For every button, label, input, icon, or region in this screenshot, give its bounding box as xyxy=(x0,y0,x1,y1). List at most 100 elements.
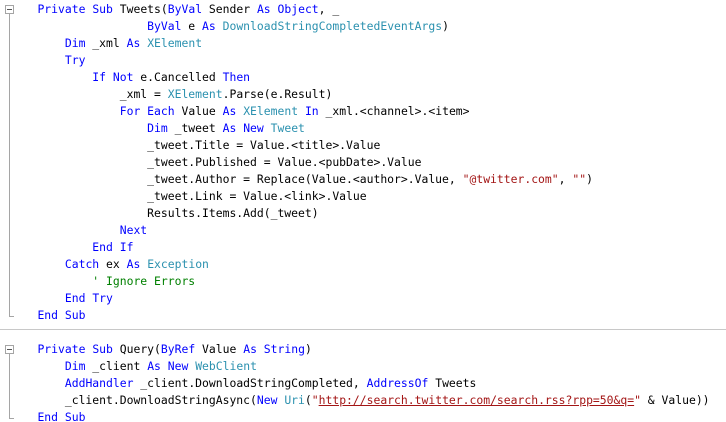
keyword-token: If xyxy=(92,70,107,84)
code-token: Sender xyxy=(202,2,257,16)
keyword-token: New xyxy=(256,393,278,407)
code-line: End Sub xyxy=(10,409,726,422)
code-token: , _ xyxy=(318,2,340,16)
keyword-token: As xyxy=(126,36,141,50)
code-line: _client.DownloadStringAsync(New Uri("htt… xyxy=(10,392,726,409)
code-token: _tweet.Published = Value.<pubDate>.Value xyxy=(10,155,422,169)
url-link[interactable]: http://search.twitter.com/search.rss?rpp… xyxy=(319,393,634,407)
code-editor[interactable]: Private Sub Tweets(ByVal Sender As Objec… xyxy=(0,0,726,422)
string-token: "@twitter.com" xyxy=(462,172,559,186)
code-token: e xyxy=(181,19,203,33)
code-line: _tweet.Title = Value.<title>.Value xyxy=(10,137,726,154)
code-token: _tweet.Link = Value.<link>.Value xyxy=(10,189,367,203)
code-line: _tweet.Author = Replace(Value.<author>.V… xyxy=(10,171,726,188)
code-token: Value xyxy=(174,104,223,118)
code-line: _tweet.Link = Value.<link>.Value xyxy=(10,188,726,205)
code-line: AddHandler _client.DownloadStringComplet… xyxy=(10,375,726,392)
code-token: Results.Items.Add(_tweet) xyxy=(10,206,319,220)
keyword-token: End xyxy=(37,308,59,322)
keyword-token: Not xyxy=(112,70,134,84)
code-line: End Sub xyxy=(10,307,726,324)
code-token: e.Cancelled xyxy=(133,70,223,84)
string-token: " xyxy=(311,393,319,407)
code-line: Dim _tweet As New Tweet xyxy=(10,120,726,137)
keyword-token: ByVal xyxy=(167,2,203,16)
type-token: WebClient xyxy=(195,359,257,373)
code-token: Query( xyxy=(112,342,161,356)
comment-token: ' Ignore Errors xyxy=(92,274,196,288)
code-token: ) xyxy=(304,342,312,356)
keyword-token: Sub xyxy=(64,308,86,322)
code-token: _xml = xyxy=(10,87,168,101)
keyword-token: Object xyxy=(277,2,319,16)
code-token: _client.DownloadStringCompleted, xyxy=(133,376,367,390)
keyword-token: End xyxy=(64,291,86,305)
code-line: End If xyxy=(10,239,726,256)
code-line: ByVal e As DownloadStringCompletedEventA… xyxy=(10,18,726,35)
code-line: Private Sub Query(ByRef Value As String) xyxy=(10,341,726,358)
code-token: _tweet.Title = Value.<title>.Value xyxy=(10,138,381,152)
code-line: ' Ignore Errors xyxy=(10,273,726,290)
code-token: ( xyxy=(304,393,312,407)
code-line: Dim _client As New WebClient xyxy=(10,358,726,375)
code-token: _tweet.Author = Replace(Value.<author>.V… xyxy=(10,172,463,186)
code-token: & Value)) xyxy=(640,393,710,407)
keyword-token: ByRef xyxy=(160,342,196,356)
keyword-token: Try xyxy=(92,291,113,305)
keyword-token: Private xyxy=(37,342,86,356)
keyword-token: String xyxy=(263,342,305,356)
code-token: ) xyxy=(586,172,593,186)
code-line: Next xyxy=(10,222,726,239)
code-token: _client xyxy=(85,359,148,373)
code-token: ex xyxy=(99,257,127,271)
keyword-token: Sub xyxy=(92,2,113,16)
code-line: Try xyxy=(10,52,726,69)
code-token: _client.DownloadStringAsync( xyxy=(10,393,257,407)
keyword-token: AddressOf xyxy=(366,376,429,390)
code-line: _xml = XElement.Parse(e.Result) xyxy=(10,86,726,103)
code-token: _xml xyxy=(85,36,127,50)
keyword-token: Catch xyxy=(64,257,100,271)
type-token: Uri xyxy=(284,393,305,407)
keyword-token: As xyxy=(256,2,271,16)
keyword-token: In xyxy=(304,104,319,118)
code-line: Catch ex As Exception xyxy=(10,256,726,273)
keyword-token: Sub xyxy=(64,410,86,422)
code-line: End Try xyxy=(10,290,726,307)
code-line: Dim _xml As XElement xyxy=(10,35,726,52)
keyword-token: As xyxy=(243,342,257,356)
type-token: DownloadStringCompletedEventArgs xyxy=(222,19,443,33)
type-token: Tweet xyxy=(270,121,305,135)
keyword-token: Next xyxy=(119,223,148,237)
keyword-token: Dim xyxy=(147,121,168,135)
keyword-token: As xyxy=(222,104,237,118)
code-token: _xml.<channel>.<item> xyxy=(318,104,470,118)
code-line: If Not e.Cancelled Then xyxy=(10,69,726,86)
keyword-token: If xyxy=(119,240,134,254)
string-token: "" xyxy=(572,172,587,186)
keyword-token: For xyxy=(119,104,141,118)
code-token: .Parse(e.Result) xyxy=(222,87,333,101)
keyword-token: New xyxy=(243,121,264,135)
keyword-token: Sub xyxy=(92,342,113,356)
